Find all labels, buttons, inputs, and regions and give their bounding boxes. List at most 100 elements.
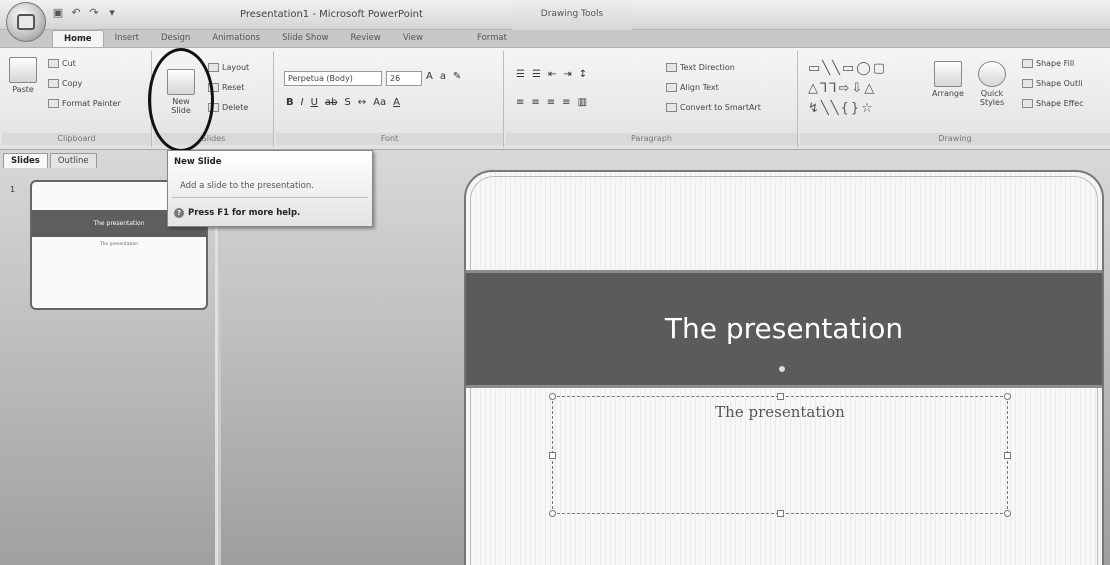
tab-review[interactable]: Review — [339, 30, 391, 48]
subtitle-placeholder[interactable]: The presentation — [549, 393, 1011, 517]
text-direction-icon — [666, 63, 677, 72]
align-text-button[interactable]: Align Text — [666, 83, 719, 92]
layout-button[interactable]: Layout — [208, 63, 249, 72]
format-painter-button[interactable]: Format Painter — [48, 99, 121, 108]
font-grow-shrink: A a ✎ — [426, 71, 461, 82]
char-spacing-icon[interactable]: ↔ — [358, 97, 366, 108]
thumbnail-subtitle: The presentation — [99, 242, 139, 247]
grow-font-icon[interactable]: A — [426, 71, 433, 82]
shapes-gallery-row2[interactable]: △⅂⅂⇨⇩△ — [808, 81, 876, 96]
customize-qat-icon[interactable]: ▾ — [106, 6, 118, 19]
shape-effects-button[interactable]: Shape Effec — [1022, 99, 1083, 108]
scissors-icon — [48, 59, 59, 68]
font-group-label: Font — [276, 133, 503, 145]
align-right-icon[interactable]: ≡ — [547, 97, 555, 108]
resize-handle-left[interactable] — [549, 452, 556, 459]
quick-styles-icon — [978, 61, 1006, 87]
shrink-font-icon[interactable]: a — [440, 71, 446, 82]
italic-icon[interactable]: I — [301, 97, 304, 108]
paste-icon — [9, 57, 37, 83]
align-left-icon[interactable]: ≡ — [516, 97, 524, 108]
clipboard-group-label: Clipboard — [2, 133, 151, 145]
tooltip-title: New Slide — [174, 157, 222, 167]
bold-icon[interactable]: B — [286, 97, 294, 108]
resize-handle-top-left[interactable] — [549, 393, 556, 400]
tab-slide-show[interactable]: Slide Show — [271, 30, 339, 48]
highlight-circle — [148, 48, 214, 152]
resize-handle-top[interactable] — [777, 393, 784, 400]
font-size-combo[interactable]: 26 — [386, 71, 422, 86]
tooltip-divider — [172, 197, 368, 198]
paste-button[interactable]: Paste — [8, 57, 38, 94]
shape-outline-button[interactable]: Shape Outli — [1022, 79, 1083, 88]
text-direction-button[interactable]: Text Direction — [666, 63, 735, 72]
tab-animations[interactable]: Animations — [201, 30, 271, 48]
arrange-icon — [934, 61, 962, 87]
drawing-tools-label: Drawing Tools — [512, 0, 632, 30]
clear-format-icon[interactable]: ✎ — [453, 71, 461, 82]
tab-home[interactable]: Home — [52, 30, 104, 48]
tooltip-description: Add a slide to the presentation. — [180, 181, 314, 191]
window-title: Presentation1 - Microsoft PowerPoint — [240, 9, 423, 20]
bullets-icon[interactable]: ☰ — [516, 69, 525, 80]
tab-view[interactable]: View — [392, 30, 434, 48]
delete-button[interactable]: Delete — [208, 103, 248, 112]
copy-icon — [48, 79, 59, 88]
font-color-icon[interactable]: A — [393, 97, 400, 108]
shape-fill-button[interactable]: Shape Fill — [1022, 59, 1074, 68]
redo-icon[interactable]: ↷ — [88, 6, 100, 19]
font-name-combo[interactable]: Perpetua (Body) — [284, 71, 382, 86]
tab-insert[interactable]: Insert — [104, 30, 150, 48]
drawing-group: ▭╲╲▭◯▢ △⅂⅂⇨⇩△ ↯╲╲{}☆ Arrange Quick Style… — [800, 51, 1110, 147]
decrease-indent-icon[interactable]: ⇤ — [548, 69, 556, 80]
tab-design[interactable]: Design — [150, 30, 201, 48]
numbering-icon[interactable]: ☰ — [532, 69, 541, 80]
columns-icon[interactable]: ▥ — [578, 97, 587, 108]
undo-icon[interactable]: ↶ — [70, 6, 82, 19]
band-bottom-edge — [466, 385, 1102, 388]
align-buttons: ≡ ≡ ≡ ≡ ▥ — [516, 97, 587, 108]
office-button[interactable] — [6, 2, 46, 42]
ribbon-tabs: Home Insert Design Animations Slide Show… — [52, 30, 518, 48]
clipboard-group: Paste Cut Copy Format Painter Clipboard — [2, 51, 152, 147]
slide-title[interactable]: The presentation — [466, 312, 1102, 345]
resize-handle-bottom-left[interactable] — [549, 510, 556, 517]
resize-handle-right[interactable] — [1004, 452, 1011, 459]
arrange-button[interactable]: Arrange — [928, 61, 968, 98]
shapes-gallery[interactable]: ▭╲╲▭◯▢ — [808, 61, 887, 76]
tab-outline[interactable]: Outline — [49, 153, 97, 168]
cut-button[interactable]: Cut — [48, 59, 76, 68]
brush-icon — [48, 99, 59, 108]
change-case-icon[interactable]: Aa — [373, 97, 386, 108]
rotation-handle[interactable] — [779, 366, 785, 372]
paragraph-group-label: Paragraph — [506, 133, 797, 145]
tab-format[interactable]: Format — [466, 30, 518, 48]
title-bar: ▣ ↶ ↷ ▾ Presentation1 - Microsoft PowerP… — [0, 0, 1110, 30]
underline-icon[interactable]: U — [311, 97, 318, 108]
slide-canvas[interactable]: The presentation The presentation — [464, 170, 1104, 565]
quick-styles-button[interactable]: Quick Styles — [972, 61, 1012, 107]
tab-slides[interactable]: Slides — [3, 153, 48, 168]
font-format-buttons: B I U ab S ↔ Aa A — [286, 97, 400, 108]
increase-indent-icon[interactable]: ⇥ — [563, 69, 571, 80]
resize-handle-bottom-right[interactable] — [1004, 510, 1011, 517]
align-center-icon[interactable]: ≡ — [531, 97, 539, 108]
shapes-gallery-row3[interactable]: ↯╲╲{}☆ — [808, 101, 875, 116]
save-icon[interactable]: ▣ — [52, 6, 64, 19]
slide-subtitle[interactable]: The presentation — [553, 403, 1007, 421]
effects-icon — [1022, 99, 1033, 108]
justify-icon[interactable]: ≡ — [562, 97, 570, 108]
resize-handle-top-right[interactable] — [1004, 393, 1011, 400]
drawing-group-label: Drawing — [800, 133, 1110, 145]
resize-handle-bottom[interactable] — [777, 510, 784, 517]
strikethrough-icon[interactable]: ab — [325, 97, 337, 108]
copy-button[interactable]: Copy — [48, 79, 82, 88]
font-group: Perpetua (Body) 26 A a ✎ B I U ab S ↔ Aa… — [276, 51, 504, 147]
tooltip-help: ? Press F1 for more help. — [174, 208, 300, 218]
office-logo-icon — [17, 14, 35, 30]
list-buttons: ☰ ☰ ⇤ ⇥ ↕ — [516, 69, 587, 80]
shadow-icon[interactable]: S — [344, 97, 350, 108]
layout-icon — [208, 63, 219, 72]
convert-smartart-button[interactable]: Convert to SmartArt — [666, 103, 761, 112]
line-spacing-icon[interactable]: ↕ — [579, 69, 587, 80]
